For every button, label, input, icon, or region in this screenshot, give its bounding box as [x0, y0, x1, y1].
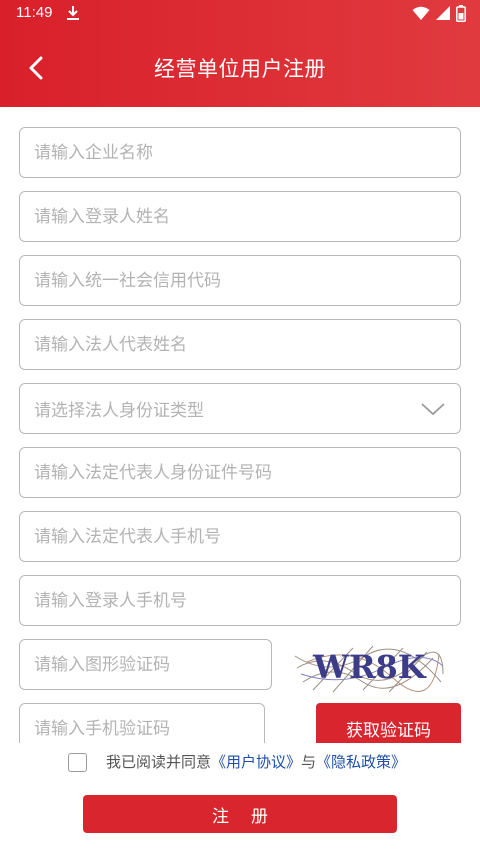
- legal-rep-id-field: [19, 447, 461, 498]
- captcha-image[interactable]: WR8K: [293, 638, 445, 696]
- login-name-field: [19, 191, 461, 242]
- app-header: 11:49 经营单位用户注册: [0, 0, 480, 107]
- captcha-text: WR8K: [312, 648, 427, 686]
- agreement-row: 我已阅读并同意《用户协议》与《隐私政策》: [0, 750, 480, 776]
- agreement-prefix: 我已阅读并同意: [106, 753, 212, 771]
- sms-code-input[interactable]: [20, 704, 264, 743]
- company-name-input[interactable]: [20, 128, 460, 177]
- get-sms-code-button[interactable]: 获取验证码: [316, 703, 461, 743]
- status-icons: [412, 5, 466, 22]
- login-phone-field: [19, 575, 461, 626]
- login-name-input[interactable]: [20, 192, 460, 241]
- credit-code-input[interactable]: [20, 256, 460, 305]
- image-captcha-input[interactable]: [20, 640, 271, 689]
- legal-rep-name-field: [19, 319, 461, 370]
- battery-icon: [456, 5, 466, 22]
- status-time: 11:49: [16, 4, 53, 21]
- download-icon: [67, 6, 79, 20]
- page-title: 经营单位用户注册: [154, 57, 326, 81]
- registration-form: 请选择法人身份证类型 WR8K 获取验证码: [0, 107, 480, 743]
- agreement-checkbox[interactable]: [68, 753, 87, 772]
- agreement-text: 我已阅读并同意《用户协议》与《隐私政策》: [106, 751, 406, 772]
- legal-rep-phone-field: [19, 511, 461, 562]
- wifi-icon: [412, 6, 430, 20]
- id-type-placeholder: 请选择法人身份证类型: [34, 401, 204, 421]
- privacy-policy-link[interactable]: 《隐私政策》: [316, 753, 406, 771]
- credit-code-field: [19, 255, 461, 306]
- register-button[interactable]: 注册: [83, 795, 397, 833]
- chevron-down-icon: [421, 402, 445, 415]
- login-phone-input[interactable]: [20, 576, 460, 625]
- company-name-field: [19, 127, 461, 178]
- legal-rep-name-input[interactable]: [20, 320, 460, 369]
- legal-rep-id-input[interactable]: [20, 448, 460, 497]
- status-bar: 11:49: [0, 0, 480, 28]
- legal-rep-phone-input[interactable]: [20, 512, 460, 561]
- sms-code-field: [19, 703, 265, 743]
- image-captcha-field: [19, 639, 272, 690]
- user-agreement-link[interactable]: 《用户协议》: [211, 753, 301, 771]
- agreement-conjunction: 与: [301, 753, 317, 771]
- signal-icon: [436, 6, 450, 20]
- id-type-select[interactable]: 请选择法人身份证类型: [19, 383, 461, 434]
